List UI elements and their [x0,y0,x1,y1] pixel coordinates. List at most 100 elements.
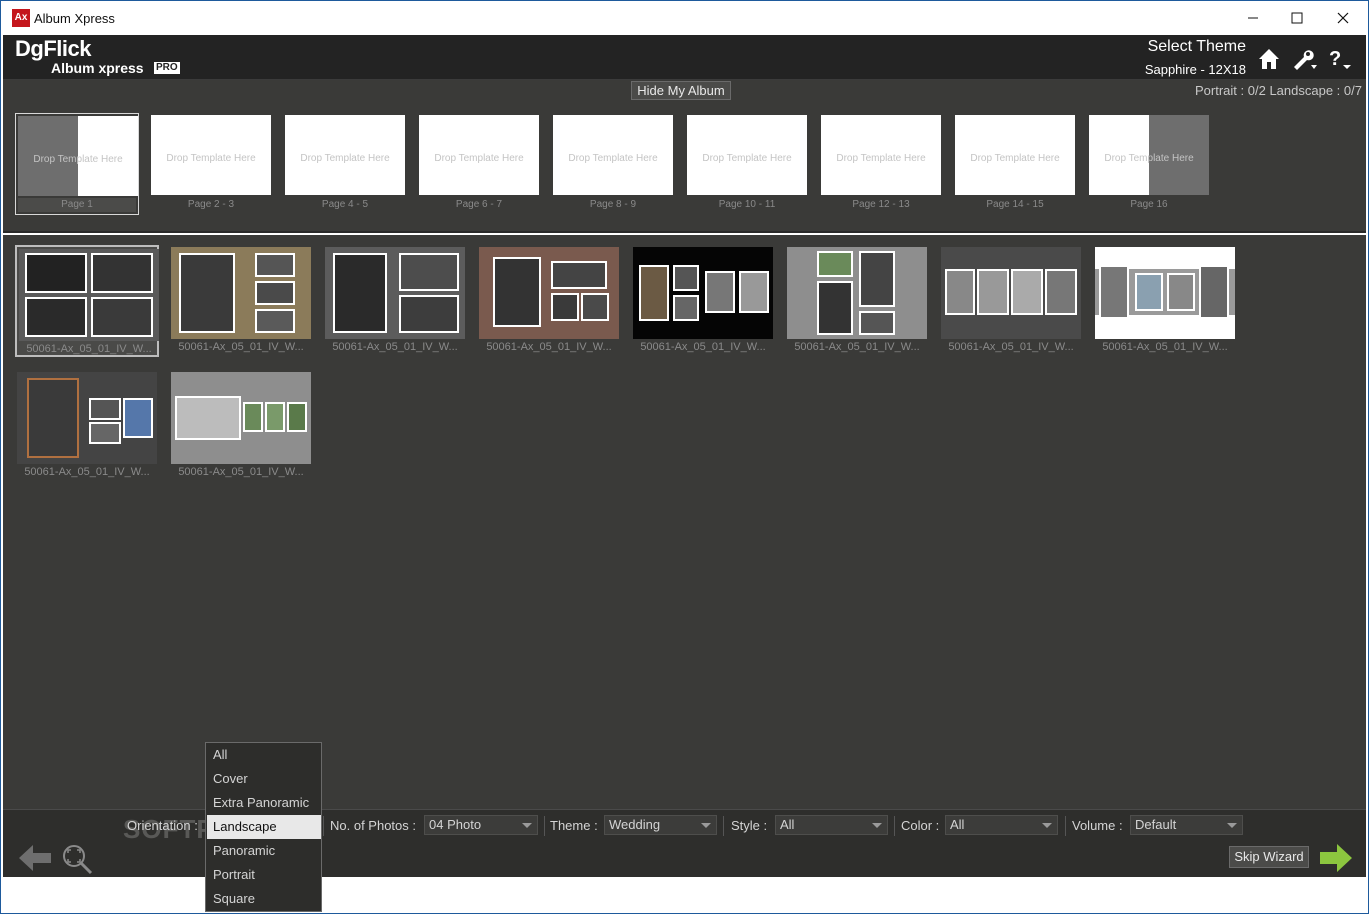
current-theme-name: Sapphire - 12X18 [1144,62,1246,77]
template-name: 50061-Ax_05_01_IV_W... [332,341,458,353]
color-label: Color : [901,818,940,833]
minimize-icon [1248,17,1258,19]
help-icon[interactable]: ? [1327,45,1355,73]
template-preview [171,372,311,464]
album-page-2-3[interactable]: Drop Template Here Page 2 - 3 [149,113,273,215]
photos-label: No. of Photos : [330,818,416,833]
pro-badge: PRO [154,62,180,74]
template-thumbnail-8[interactable]: 50061-Ax_05_01_IV_W... [1093,245,1237,357]
template-preview [17,372,157,464]
orientation-label: Orientation : [127,818,198,833]
album-page-6-7[interactable]: Drop Template Here Page 6 - 7 [417,113,541,215]
template-preview [325,247,465,339]
template-name: 50061-Ax_05_01_IV_W... [640,341,766,353]
template-preview [1095,247,1235,339]
orientation-option-landscape[interactable]: Landscape [207,815,321,839]
product-name: Album xpress [51,60,144,76]
template-thumbnail-4[interactable]: 50061-Ax_05_01_IV_W... [477,245,621,357]
page-label: Page 1 [18,198,136,212]
template-name: 50061-Ax_05_01_IV_W... [486,341,612,353]
theme-select[interactable]: Wedding [604,815,717,835]
drop-zone-text: Drop Template Here [970,153,1060,164]
album-page-8-9[interactable]: Drop Template Here Page 8 - 9 [551,113,675,215]
style-label: Style : [731,818,768,833]
album-page-12-13[interactable]: Drop Template Here Page 12 - 13 [819,113,943,215]
album-page-1[interactable]: Drop Template Here Page 1 [15,113,139,215]
orientation-option-portrait[interactable]: Portrait [207,863,321,887]
maximize-button[interactable] [1274,1,1320,35]
drop-zone-text: Drop Template Here [568,153,658,164]
portrait-label: Portrait : [1195,83,1245,98]
select-theme-link[interactable]: Select Theme [1148,38,1246,56]
theme-label: Theme : [550,818,598,833]
template-thumbnail-10[interactable]: 50061-Ax_05_01_IV_W... [169,370,313,482]
template-name: 50061-Ax_05_01_IV_W... [794,341,920,353]
page-label: Page 16 [1130,199,1168,210]
photos-select[interactable]: 04 Photo [424,815,538,835]
page-label: Page 14 - 15 [986,199,1044,210]
template-thumbnail-3[interactable]: 50061-Ax_05_01_IV_W... [323,245,467,357]
template-name: 50061-Ax_05_01_IV_W... [1102,341,1228,353]
volume-label: Volume : [1072,818,1123,833]
skip-wizard-button[interactable]: Skip Wizard [1229,846,1309,868]
album-page-16[interactable]: Drop Template Here Page 16 [1087,113,1211,215]
template-preview [787,247,927,339]
home-icon[interactable] [1255,45,1283,73]
template-preview [479,247,619,339]
my-album-panel: Hide My Album Portrait : 0/2 Landscape :… [3,80,1366,233]
template-preview [941,247,1081,339]
svg-text:?: ? [1329,48,1341,70]
title-bar: Ax Album Xpress [1,1,1368,35]
back-arrow-icon[interactable] [17,843,53,873]
drop-zone-text: Drop Template Here [434,153,524,164]
page-counts: Portrait : 0/2 Landscape : 0/7 [1195,83,1362,98]
chevron-down-icon [701,823,711,828]
orientation-option-cover[interactable]: Cover [207,767,321,791]
app-window: Ax Album Xpress DgFlick Album xpress PRO… [0,0,1369,914]
drop-zone-text: Drop Template Here [166,153,256,164]
app-header: DgFlick Album xpress PRO Select Theme Sa… [3,35,1366,80]
template-name: 50061-Ax_05_01_IV_W... [948,341,1074,353]
app-icon: Ax [12,9,30,27]
orientation-option-all[interactable]: All [207,743,321,767]
album-page-10-11[interactable]: Drop Template Here Page 10 - 11 [685,113,809,215]
portrait-count: 0/2 [1247,83,1266,98]
landscape-count: 0/7 [1343,83,1362,98]
template-thumbnail-7[interactable]: 50061-Ax_05_01_IV_W... [939,245,1083,357]
next-arrow-icon[interactable] [1318,842,1354,874]
settings-wrench-icon[interactable] [1289,45,1317,73]
page-label: Page 8 - 9 [589,199,637,210]
maximize-icon [1291,12,1303,24]
template-thumbnail-1[interactable]: 50061-Ax_05_01_IV_W... [15,245,159,357]
orientation-option-panoramic[interactable]: Panoramic [207,839,321,863]
landscape-label: Landscape : [1269,83,1341,98]
template-thumbnail-6[interactable]: 50061-Ax_05_01_IV_W... [785,245,929,357]
zoom-fit-icon[interactable] [59,843,95,875]
orientation-dropdown-list: All Cover Extra Panoramic Landscape Pano… [205,742,322,912]
template-preview [19,249,159,341]
chevron-down-icon [522,823,532,828]
minimize-button[interactable] [1230,1,1276,35]
close-icon [1337,12,1349,24]
close-button[interactable] [1320,1,1366,35]
template-thumbnail-2[interactable]: 50061-Ax_05_01_IV_W... [169,245,313,357]
chevron-down-icon [1042,823,1052,828]
orientation-option-extra-panoramic[interactable]: Extra Panoramic [207,791,321,815]
orientation-option-square[interactable]: Square [207,887,321,911]
album-page-14-15[interactable]: Drop Template Here Page 14 - 15 [953,113,1077,215]
chevron-down-icon [1227,823,1237,828]
volume-select[interactable]: Default [1130,815,1243,835]
template-thumbnail-9[interactable]: 50061-Ax_05_01_IV_W... [15,370,159,482]
hide-my-album-button[interactable]: Hide My Album [631,81,731,100]
color-select[interactable]: All [945,815,1058,835]
template-preview [633,247,773,339]
template-name: 50061-Ax_05_01_IV_W... [24,466,150,478]
drop-zone-text: Drop Template Here [1104,153,1194,164]
drop-zone-text: Drop Template Here [702,153,792,164]
template-gallery: 50061-Ax_05_01_IV_W... 50061-Ax_05_01_IV… [3,235,1366,809]
drop-zone-text: Drop Template Here [300,153,390,164]
album-page-4-5[interactable]: Drop Template Here Page 4 - 5 [283,113,407,215]
page-label: Page 12 - 13 [852,199,910,210]
template-thumbnail-5[interactable]: 50061-Ax_05_01_IV_W... [631,245,775,357]
style-select[interactable]: All [775,815,888,835]
